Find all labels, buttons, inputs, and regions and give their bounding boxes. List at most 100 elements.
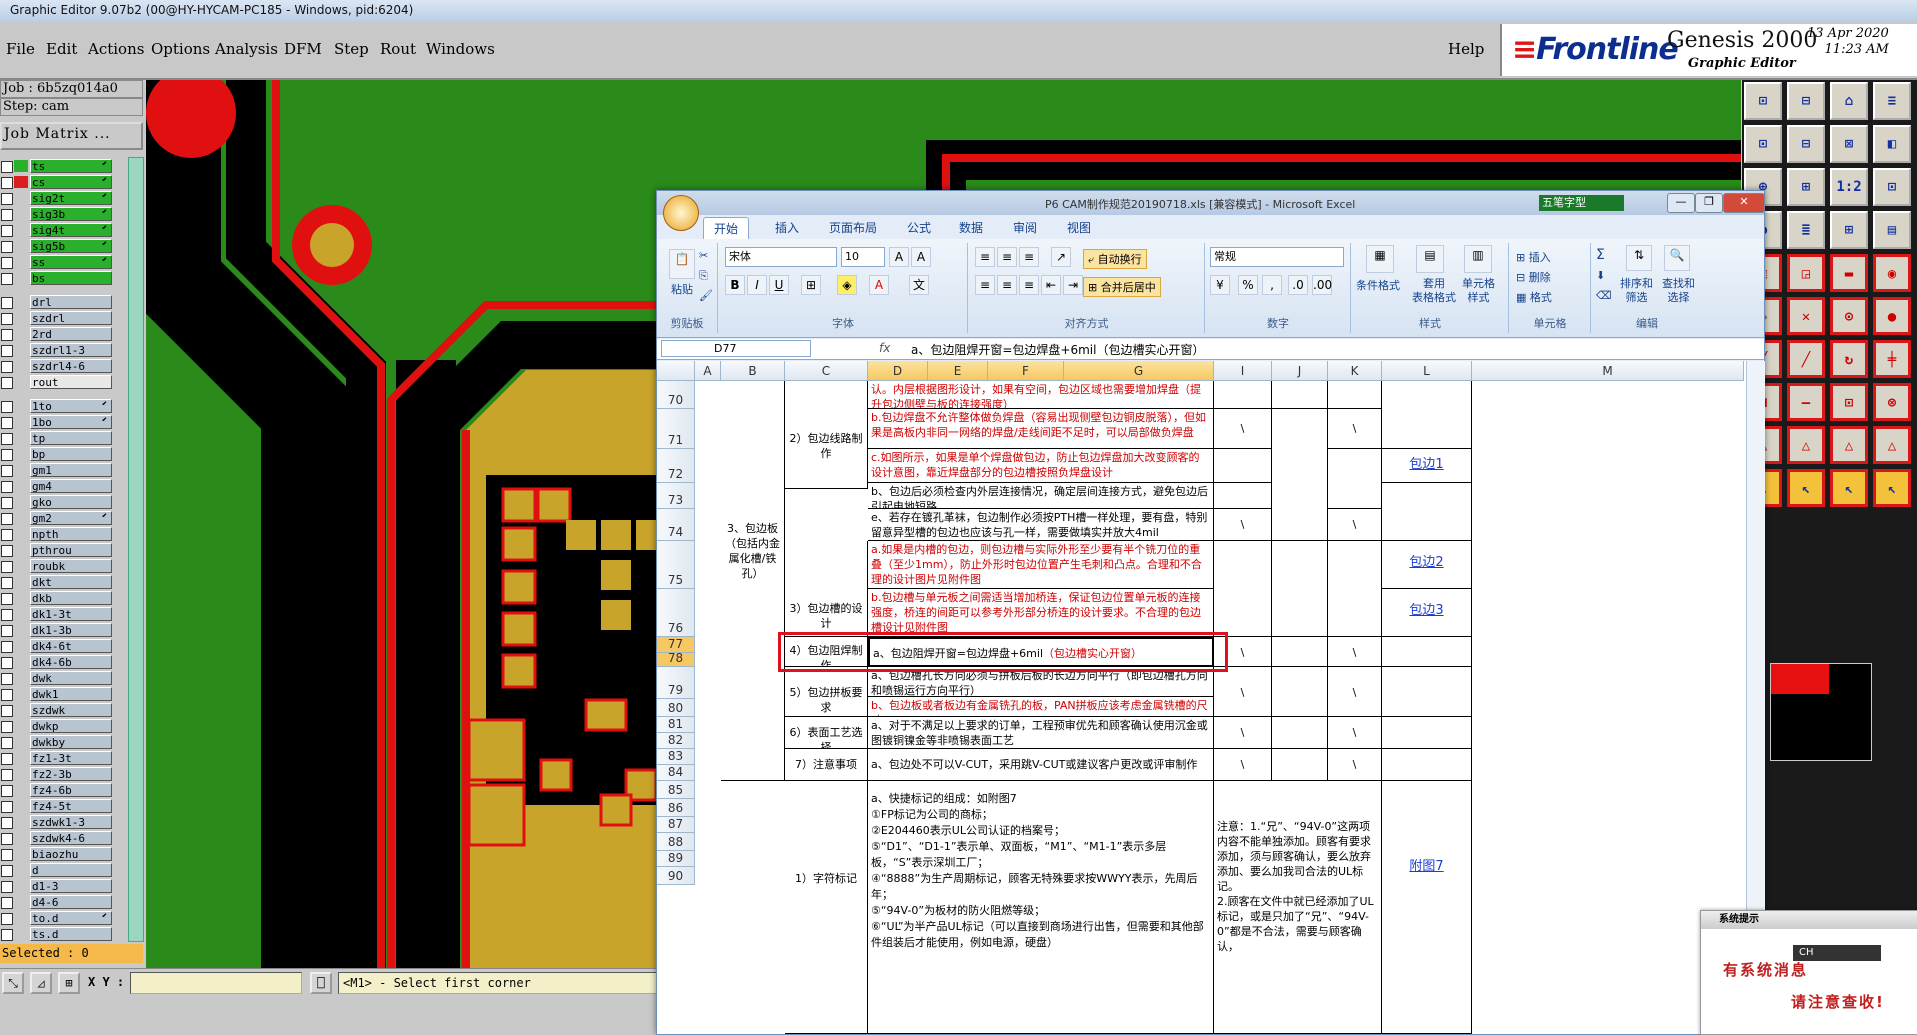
layer-checkbox[interactable] xyxy=(1,377,13,389)
layer-name[interactable]: d xyxy=(30,863,112,877)
layer-name[interactable]: dkt xyxy=(30,575,112,589)
layer-name[interactable]: pthrou xyxy=(30,543,112,557)
layer-checkbox[interactable] xyxy=(1,865,13,877)
cell-i75[interactable] xyxy=(1214,541,1272,637)
column-header-c[interactable]: C xyxy=(785,361,868,381)
rotate-icon[interactable]: ↻ xyxy=(1830,340,1868,378)
menu-help[interactable]: Help xyxy=(1448,40,1484,58)
layer-name[interactable]: szdwk1-3 xyxy=(30,815,112,829)
spreadsheet-grid[interactable]: A B C D E F G I J K L M 70 71 72 73 74 75 76 77… xyxy=(657,361,1764,1034)
conditional-format-icon[interactable]: ▦ xyxy=(1366,245,1394,273)
layer-row[interactable]: dwk xyxy=(0,671,126,685)
layer-row[interactable]: sig3b ⬋ xyxy=(0,207,126,221)
currency-icon[interactable]: ¥ xyxy=(1210,275,1230,295)
zoom-in-icon[interactable]: ⊡ xyxy=(1744,82,1782,120)
column-header-g[interactable]: G xyxy=(1064,361,1214,381)
layer-name[interactable]: 2rd xyxy=(30,327,112,341)
cell-i72[interactable] xyxy=(1214,449,1272,483)
layer-name[interactable]: gm1 xyxy=(30,463,112,477)
row-header[interactable]: 78 xyxy=(657,651,695,667)
column-header-a[interactable]: A xyxy=(695,361,721,381)
cell-c-slot[interactable]: 3）包边槽的设计 xyxy=(785,541,868,637)
cell-style-icon[interactable]: ▥ xyxy=(1464,245,1492,273)
cell-l81[interactable] xyxy=(1382,717,1472,749)
layer-checkbox[interactable] xyxy=(1,361,13,373)
bold-icon[interactable]: B xyxy=(725,275,745,295)
menu-actions[interactable]: Actions xyxy=(88,40,144,58)
copy-icon[interactable]: ⎘ xyxy=(699,269,708,283)
font-color-icon[interactable]: A xyxy=(869,275,889,295)
row-header[interactable]: 71 xyxy=(657,409,695,449)
autosum-icon[interactable]: Σ xyxy=(1596,247,1605,263)
layer-checkbox[interactable] xyxy=(1,161,13,173)
layer-name[interactable]: bs xyxy=(30,271,112,285)
row-header[interactable]: 84 xyxy=(657,765,695,781)
layer-name[interactable]: sig4t xyxy=(30,223,112,237)
layer-checkbox[interactable] xyxy=(1,345,13,357)
fill-color-icon[interactable]: ◈ xyxy=(837,275,857,295)
layer-checkbox[interactable] xyxy=(1,577,13,589)
layer-name[interactable]: dk1-3b xyxy=(30,623,112,637)
layer-row[interactable]: dkt xyxy=(0,575,126,589)
align-center-icon[interactable]: ≡ xyxy=(997,275,1017,295)
cell-i70[interactable] xyxy=(1214,381,1272,409)
row-header[interactable]: 83 xyxy=(657,749,695,765)
pointer3-icon[interactable]: ↖ xyxy=(1830,469,1868,507)
layer-name[interactable]: ss xyxy=(30,255,112,269)
system-notification[interactable]: 系统提示 CH 有系统消息 请注意查收! xyxy=(1700,910,1917,1035)
layer-row[interactable]: dk1-3b xyxy=(0,623,126,637)
layer-checkbox[interactable] xyxy=(1,529,13,541)
layer-row[interactable]: fz4-5t xyxy=(0,799,126,813)
menu-file[interactable]: File xyxy=(6,40,35,58)
select-all-corner[interactable] xyxy=(657,361,695,381)
cell-k81[interactable]: \ xyxy=(1328,717,1382,749)
snap-icon[interactable]: ⊟ xyxy=(1787,125,1825,163)
cell-k74[interactable]: \ xyxy=(1328,509,1382,541)
cell-d70[interactable]: 认。内层根据图形设计，如果有空间，包边区域也需要增加焊盘（提升包边侧壁与板的连接… xyxy=(868,381,1214,409)
cell-k71[interactable]: \ xyxy=(1328,409,1382,449)
layer-checkbox[interactable] xyxy=(1,497,13,509)
menu-rout[interactable]: Rout xyxy=(380,40,416,58)
layer-checkbox[interactable] xyxy=(1,833,13,845)
layer-row[interactable]: szdwk xyxy=(0,703,126,717)
underline-icon[interactable]: U xyxy=(769,275,789,295)
column-header-l[interactable]: L xyxy=(1382,361,1472,381)
horizontal-icon[interactable]: — xyxy=(1787,383,1825,421)
layer-row[interactable]: d1-3 xyxy=(0,879,126,893)
align-bottom-icon[interactable]: ≡ xyxy=(1019,247,1039,267)
layer-name[interactable]: cs xyxy=(30,175,112,189)
layer-checkbox[interactable] xyxy=(1,673,13,685)
column-header-e[interactable]: E xyxy=(928,361,988,381)
cell-c-note[interactable]: 7）注意事项 xyxy=(785,749,868,781)
orientation-icon[interactable]: ↗ xyxy=(1051,247,1071,267)
layer-name[interactable]: dwk xyxy=(30,671,112,685)
row-header[interactable]: 76 xyxy=(657,589,695,637)
merge-center-button[interactable]: ⊞ 合并后居中 xyxy=(1083,277,1161,297)
align-middle-icon[interactable]: ≡ xyxy=(997,247,1017,267)
cross-icon[interactable]: ✕ xyxy=(1787,297,1825,335)
cell-d81[interactable]: a、对于不满足以上要求的订单，工程预审优先和顾客确认使用沉金或图镀铜镍金等非喷锡… xyxy=(868,717,1214,749)
link-futu7[interactable]: 附图7 xyxy=(1382,781,1472,1034)
pan-icon[interactable]: ⊡ xyxy=(1744,125,1782,163)
layer-name[interactable]: fz4-5t xyxy=(30,799,112,813)
layer-name[interactable]: fz1-3t xyxy=(30,751,112,765)
layer-checkbox[interactable] xyxy=(1,721,13,733)
row-header[interactable]: 86 xyxy=(657,799,695,817)
arc2-icon[interactable]: △ xyxy=(1787,426,1825,464)
cell-k75[interactable] xyxy=(1328,541,1382,637)
layer-checkbox[interactable] xyxy=(1,513,13,525)
layer-checkbox[interactable] xyxy=(1,689,13,701)
cell-i85[interactable]: 注意：1.“兄”、“94V-0”这两项内容不能单独添加。顾客有要求添加，须与顾客… xyxy=(1214,781,1382,1034)
link-baobian3[interactable]: 包边3 xyxy=(1382,589,1472,637)
increase-indent-icon[interactable]: ⇥ xyxy=(1063,275,1083,295)
formula-content[interactable]: a、包边阻焊开窗=包边焊盘+6mil（包边槽实心开窗） xyxy=(911,341,1204,358)
measure-tool-icon[interactable]: ◿ xyxy=(30,972,52,994)
layer-row[interactable]: biaozhu xyxy=(0,847,126,861)
cell-i79[interactable]: \ xyxy=(1214,667,1272,717)
row-header[interactable]: 89 xyxy=(657,851,695,867)
cell-d73[interactable]: b、包边后必须检查内外层连接情况，确定层间连接方式，避免包边后引起电地短路 xyxy=(868,483,1214,509)
layer-checkbox[interactable] xyxy=(1,481,13,493)
layer-name[interactable]: dk4-6t xyxy=(30,639,112,653)
layer-checkbox[interactable] xyxy=(1,785,13,797)
layer-row[interactable]: szdrl xyxy=(0,311,126,325)
